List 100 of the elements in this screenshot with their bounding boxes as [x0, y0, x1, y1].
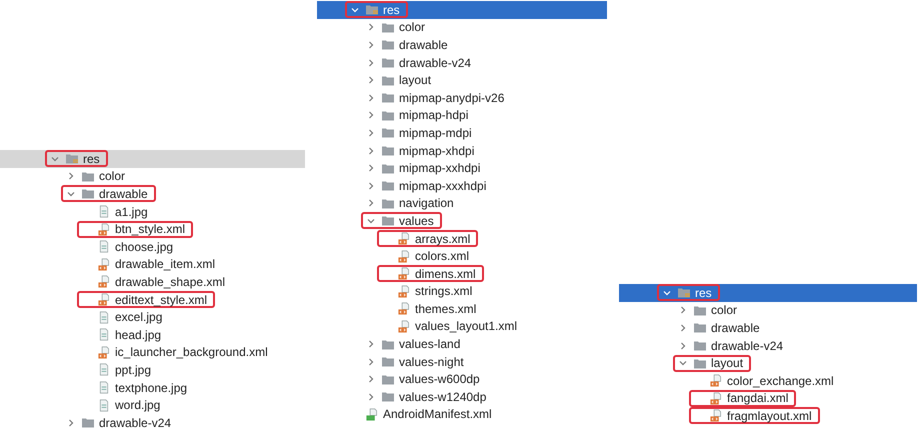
tree-row[interactable]: excel.jpg — [45, 308, 305, 326]
tree-row[interactable]: layout — [345, 71, 607, 89]
folder-icon — [381, 214, 395, 228]
tree-row[interactable]: colors.xml — [345, 247, 607, 265]
chevron-right-icon[interactable] — [66, 418, 76, 428]
chevron-right-icon[interactable] — [366, 75, 376, 86]
tree-row[interactable]: a1.jpg — [45, 202, 305, 220]
tree-row[interactable]: mipmap-anydpi-v26 — [345, 88, 607, 107]
file-name: excel.jpg — [115, 310, 162, 324]
tree-row[interactable]: layout — [657, 354, 917, 372]
chevron-right-icon[interactable] — [366, 146, 376, 156]
tree-row[interactable]: drawable — [657, 319, 917, 337]
tree-row[interactable]: color — [657, 302, 917, 320]
tree-row[interactable]: values-w1240dp — [345, 388, 607, 406]
chevron-right-icon[interactable] — [366, 198, 376, 208]
tree-row[interactable]: color — [345, 18, 607, 36]
tree-row[interactable]: values-night — [345, 352, 607, 370]
tree-row[interactable]: fragmlayout.xml — [657, 407, 917, 425]
chevron-right-icon[interactable] — [366, 356, 376, 367]
tree-row[interactable]: drawable — [45, 185, 305, 203]
folder-icon — [381, 390, 395, 404]
chevron-right-icon[interactable] — [678, 322, 688, 333]
chevron-right-icon[interactable] — [366, 339, 376, 350]
file-name: arrays.xml — [415, 232, 470, 246]
file-name: drawable-v24 — [99, 416, 172, 430]
tree-row[interactable]: color — [45, 168, 305, 186]
chevron-right-icon[interactable] — [366, 374, 376, 384]
tree-row[interactable]: choose.jpg — [45, 238, 305, 256]
tree-row[interactable]: mipmap-mdpi — [345, 124, 607, 142]
tree-row[interactable]: res — [619, 284, 917, 302]
image-file-icon — [97, 328, 111, 342]
file-name: res — [695, 286, 712, 300]
tree-row[interactable]: ppt.jpg — [45, 361, 305, 379]
chevron-right-icon[interactable] — [678, 340, 688, 351]
chevron-right-icon[interactable] — [678, 305, 688, 316]
tree-row[interactable]: btn_style.xml — [45, 220, 305, 238]
image-file-icon — [97, 310, 111, 324]
folder-icon — [381, 355, 395, 368]
file-name: drawable_shape.xml — [115, 274, 226, 289]
tree-row[interactable]: drawable_item.xml — [45, 256, 305, 274]
xml-file-icon — [97, 222, 111, 236]
tree-row[interactable]: mipmap-xxxhdpi — [345, 176, 607, 195]
chevron-right-icon[interactable] — [66, 171, 76, 182]
tree-row[interactable]: textphone.jpg — [45, 378, 305, 396]
tree-row[interactable]: drawable-v24 — [45, 414, 305, 432]
image-file-icon — [97, 398, 111, 412]
tree-row[interactable]: ic_launcher_background.xml — [45, 344, 305, 362]
file-name: values-w1240dp — [399, 390, 486, 404]
tree-row[interactable]: AndroidManifest.xml — [345, 406, 607, 424]
tree-row[interactable]: strings.xml — [345, 282, 607, 300]
folder-icon — [381, 196, 395, 210]
tree-row[interactable]: drawable-v24 — [657, 336, 917, 354]
tree-row[interactable]: head.jpg — [45, 326, 305, 344]
tree-row[interactable]: drawable — [345, 36, 607, 54]
chevron-right-icon[interactable] — [366, 110, 376, 120]
tree-row[interactable]: mipmap-xhdpi — [345, 142, 607, 160]
folder-icon — [381, 91, 395, 104]
resource-folder-icon — [677, 286, 691, 300]
tree-row[interactable]: edittext_style.xml — [45, 290, 305, 308]
chevron-right-icon[interactable] — [366, 58, 376, 68]
folder-icon — [381, 162, 395, 175]
chevron-right-icon[interactable] — [366, 40, 376, 50]
file-name: head.jpg — [115, 328, 162, 342]
tree-row[interactable]: navigation — [345, 194, 607, 212]
tree-row[interactable]: word.jpg — [45, 396, 305, 414]
tree-row[interactable]: dimens.xml — [345, 264, 607, 282]
resource-folder-icon — [65, 152, 79, 166]
xml-file-icon — [97, 275, 111, 288]
manifest-file-icon — [365, 408, 379, 421]
file-name: values-w600dp — [399, 372, 480, 386]
folder-icon — [381, 56, 395, 70]
xml-file-icon — [397, 284, 411, 298]
tree-row[interactable]: values-land — [345, 335, 607, 353]
folder-icon — [381, 338, 395, 351]
file-name: fangdai.xml — [727, 391, 788, 406]
chevron-right-icon[interactable] — [366, 128, 376, 138]
xml-file-icon — [397, 302, 411, 316]
tree-row[interactable]: drawable_shape.xml — [45, 273, 305, 291]
tree-row[interactable]: arrays.xml — [345, 230, 607, 248]
chevron-right-icon[interactable] — [366, 163, 376, 174]
tree-row[interactable]: values — [345, 212, 607, 230]
tree-row[interactable]: themes.xml — [345, 300, 607, 318]
file-name: drawable-v24 — [399, 56, 472, 70]
tree-row[interactable]: color_exchange.xml — [657, 372, 917, 390]
file-name: drawable_item.xml — [115, 257, 216, 272]
chevron-right-icon[interactable] — [366, 22, 376, 32]
tree-row[interactable]: mipmap-xxhdpi — [345, 159, 607, 177]
tree-row[interactable]: fangdai.xml — [657, 390, 917, 408]
tree-row[interactable]: mipmap-hdpi — [345, 106, 607, 124]
chevron-right-icon[interactable] — [366, 180, 376, 191]
chevron-right-icon[interactable] — [366, 92, 376, 103]
xml-file-icon — [709, 392, 723, 405]
tree-row[interactable]: values_layout1.xml — [345, 318, 607, 336]
tree-row[interactable]: drawable-v24 — [345, 54, 607, 72]
chevron-right-icon[interactable] — [366, 392, 376, 402]
tree-row[interactable]: values-w600dp — [345, 370, 607, 388]
tree-row[interactable]: res — [317, 1, 607, 19]
folder-icon — [381, 108, 395, 122]
tree-row[interactable]: res — [0, 150, 305, 168]
folder-icon — [693, 356, 707, 370]
